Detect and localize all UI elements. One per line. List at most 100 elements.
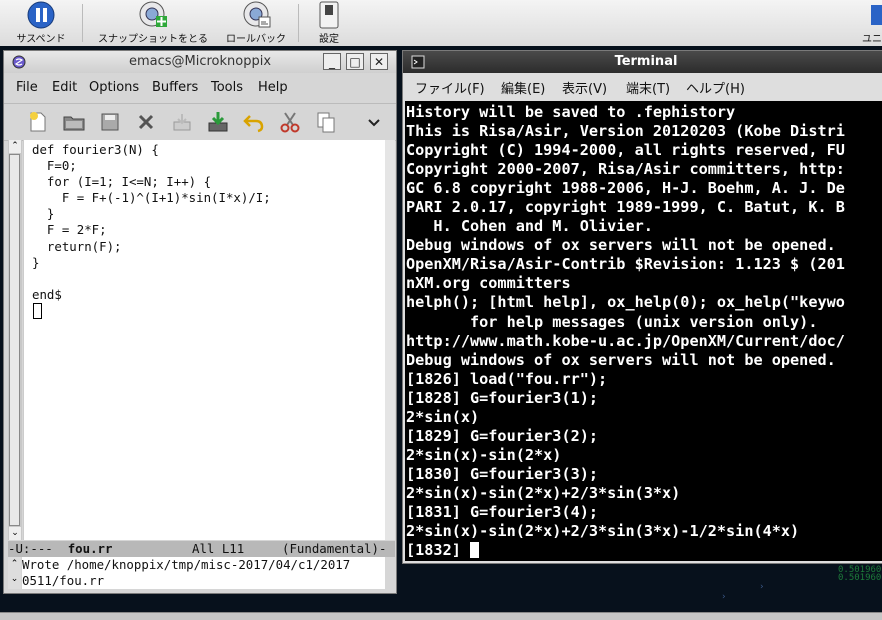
snapshot-label: スナップショットをとる <box>98 34 208 45</box>
terminal-window: Terminal ファイル(F) 編集(E) 表示(V) 端末(T) ヘルプ(H… <box>402 50 882 564</box>
maximize-button[interactable]: □ <box>346 53 364 70</box>
menu-file[interactable]: File <box>16 80 38 95</box>
menu-help[interactable]: ヘルプ(H) <box>686 78 745 97</box>
terminal-line: 2*sin(x)-sin(2*x)+2/3*sin(3*x) <box>406 483 681 502</box>
code-line: def fourier3(N) { <box>32 142 159 157</box>
terminal-line: helph(); [html help], ox_help(0); ox_hel… <box>406 293 845 312</box>
code-line: F = 2*F; <box>32 222 107 238</box>
modeline-position: All L11 <box>192 541 245 556</box>
close-x-icon[interactable] <box>134 110 158 134</box>
terminal-line: nXM.org committers <box>406 274 571 293</box>
desktop-number: 0.5019600 <box>838 573 882 583</box>
terminal-text: History will be saved to .fephistory Thi… <box>405 101 882 560</box>
scrollbar-thumb[interactable] <box>9 154 20 526</box>
cut-scissors-icon[interactable] <box>278 110 302 134</box>
scroll-down-arrow-icon[interactable]: ⌄ <box>9 527 21 540</box>
echo-scrollbar[interactable]: ⌃ ⌄ <box>8 557 21 589</box>
save-icon[interactable] <box>98 110 122 134</box>
terminal-line: PARI 2.0.17, copyright 1989-1999, C. Bat… <box>406 198 845 217</box>
separator <box>298 4 299 42</box>
terminal-line: H. Cohen and M. Olivier. <box>406 217 653 236</box>
code-line: F = F+(-1)^(I+1)*sin(I*x)/I; <box>32 190 271 206</box>
terminal-line: Copyright 2000-2007, Risa/Asir committer… <box>406 160 845 179</box>
rollback-button[interactable]: ロールバック <box>220 0 292 46</box>
echo-line: 0511/fou.rr <box>22 573 105 588</box>
modeline-buffer-name[interactable]: fou.rr <box>68 541 113 556</box>
emacs-toolbar <box>4 103 396 141</box>
settings-label: 設定 <box>319 34 339 45</box>
close-button[interactable]: ✕ <box>370 53 388 70</box>
terminal-line: Debug windows of ox servers will not be … <box>406 350 836 369</box>
menu-tools[interactable]: Tools <box>211 80 243 95</box>
suspend-label: サスペンド <box>16 34 66 45</box>
desktop-glyph: › <box>722 592 726 602</box>
settings-switch-icon <box>319 1 339 29</box>
code-line: return(F); <box>32 238 122 254</box>
terminal-line: History will be saved to .fephistory <box>406 103 736 121</box>
terminal-line: 2*sin(x)-sin(2*x)+2/3*sin(3*x)-1/2*sin(4… <box>406 522 800 541</box>
terminal-line: This is Risa/Asir, Version 20120203 (Kob… <box>406 122 845 141</box>
code-line: } <box>32 206 55 222</box>
echo-line: Wrote /home/knoppix/tmp/misc-2017/04/c1/… <box>22 557 351 572</box>
emacs-menubar: File Edit Options Buffers Tools Help <box>4 76 396 100</box>
minimize-button[interactable]: _ <box>323 53 341 70</box>
open-folder-icon[interactable] <box>62 110 86 134</box>
menu-file[interactable]: ファイル(F) <box>415 78 485 97</box>
terminal-title: Terminal <box>614 54 678 69</box>
snapshot-camera-icon <box>139 1 167 27</box>
echo-area: Wrote /home/knoppix/tmp/misc-2017/04/c1/… <box>22 557 385 589</box>
terminal-line: OpenXM/Risa/Asir-Contrib $Revision: 1.12… <box>406 255 845 274</box>
menu-help[interactable]: Help <box>258 80 288 95</box>
settings-button[interactable]: 設定 <box>308 0 350 46</box>
unity-icon <box>871 5 882 25</box>
menu-edit[interactable]: 編集(E) <box>501 78 545 97</box>
modeline-mode[interactable]: (Fundamental)- <box>282 541 386 557</box>
terminal-titlebar[interactable]: Terminal <box>403 51 882 73</box>
code-line: end$ <box>32 286 62 302</box>
terminal-line: Copyright (C) 1994-2000, all rights rese… <box>406 141 845 160</box>
unity-label: ユニ <box>862 34 882 45</box>
chevron-down-icon[interactable] <box>366 114 382 130</box>
menu-buffers[interactable]: Buffers <box>152 80 198 95</box>
scroll-up-arrow-icon[interactable]: ⌃ <box>9 140 21 153</box>
terminal-line: Debug windows of ox servers will not be … <box>406 236 836 255</box>
download-icon[interactable] <box>206 110 230 134</box>
terminal-line: for help messages (unix version only). <box>406 312 818 331</box>
save-as-icon[interactable] <box>170 110 194 134</box>
pause-icon <box>27 1 55 29</box>
emacs-right-fringe <box>385 140 395 540</box>
emacs-titlebar[interactable]: emacs@Microknoppix _ □ ✕ <box>4 51 396 73</box>
terminal-line: GC 6.8 copyright 1988-2006, H-J. Boehm, … <box>406 179 845 198</box>
menu-view[interactable]: 表示(V) <box>562 78 607 97</box>
rollback-icon <box>243 1 271 28</box>
terminal-prompt: [1832] <box>406 541 471 560</box>
terminal-line: [1828] G=fourier3(1); <box>406 388 599 407</box>
emacs-modeline: -U:--- fou.rr All L11 (Fundamental)- <box>8 541 395 557</box>
snapshot-button[interactable]: スナップショットをとる <box>90 0 216 46</box>
copy-icon[interactable] <box>314 110 338 134</box>
emacs-editor[interactable]: def fourier3(N) { F=0; for (I=1; I<=N; I… <box>23 140 385 540</box>
terminal-output[interactable]: History will be saved to .fephistory Thi… <box>405 101 882 561</box>
emacs-scrollbar[interactable]: ⌃ ⌄ <box>8 140 22 540</box>
modeline-status: -U:--- <box>8 541 68 556</box>
menu-options[interactable]: Options <box>89 80 139 95</box>
terminal-cursor <box>470 542 480 559</box>
terminal-line: [1830] G=fourier3(3); <box>406 464 599 483</box>
desktop-glyph: › <box>760 582 764 592</box>
menu-edit[interactable]: Edit <box>52 80 77 95</box>
terminal-menubar: ファイル(F) 編集(E) 表示(V) 端末(T) ヘルプ(H) <box>403 73 882 99</box>
vm-toolbar: サスペンド スナップショットをとる ロールバック 設定 ユニ <box>0 0 882 47</box>
new-file-icon[interactable] <box>26 110 50 134</box>
terminal-line: [1829] G=fourier3(2); <box>406 426 599 445</box>
terminal-line: 2*sin(x) <box>406 407 480 426</box>
undo-icon[interactable] <box>242 110 266 134</box>
code-line: for (I=1; I<=N; I++) { <box>32 174 212 190</box>
unity-button[interactable]: ユニ <box>858 0 882 46</box>
suspend-button[interactable]: サスペンド <box>6 0 76 46</box>
menu-terminal[interactable]: 端末(T) <box>626 78 670 97</box>
code-line: F=0; <box>32 158 77 174</box>
terminal-line: [1831] G=fourier3(4); <box>406 502 599 521</box>
code-buffer[interactable]: def fourier3(N) { F=0; for (I=1; I<=N; I… <box>32 142 271 321</box>
separator <box>82 4 83 42</box>
rollback-label: ロールバック <box>226 34 286 45</box>
